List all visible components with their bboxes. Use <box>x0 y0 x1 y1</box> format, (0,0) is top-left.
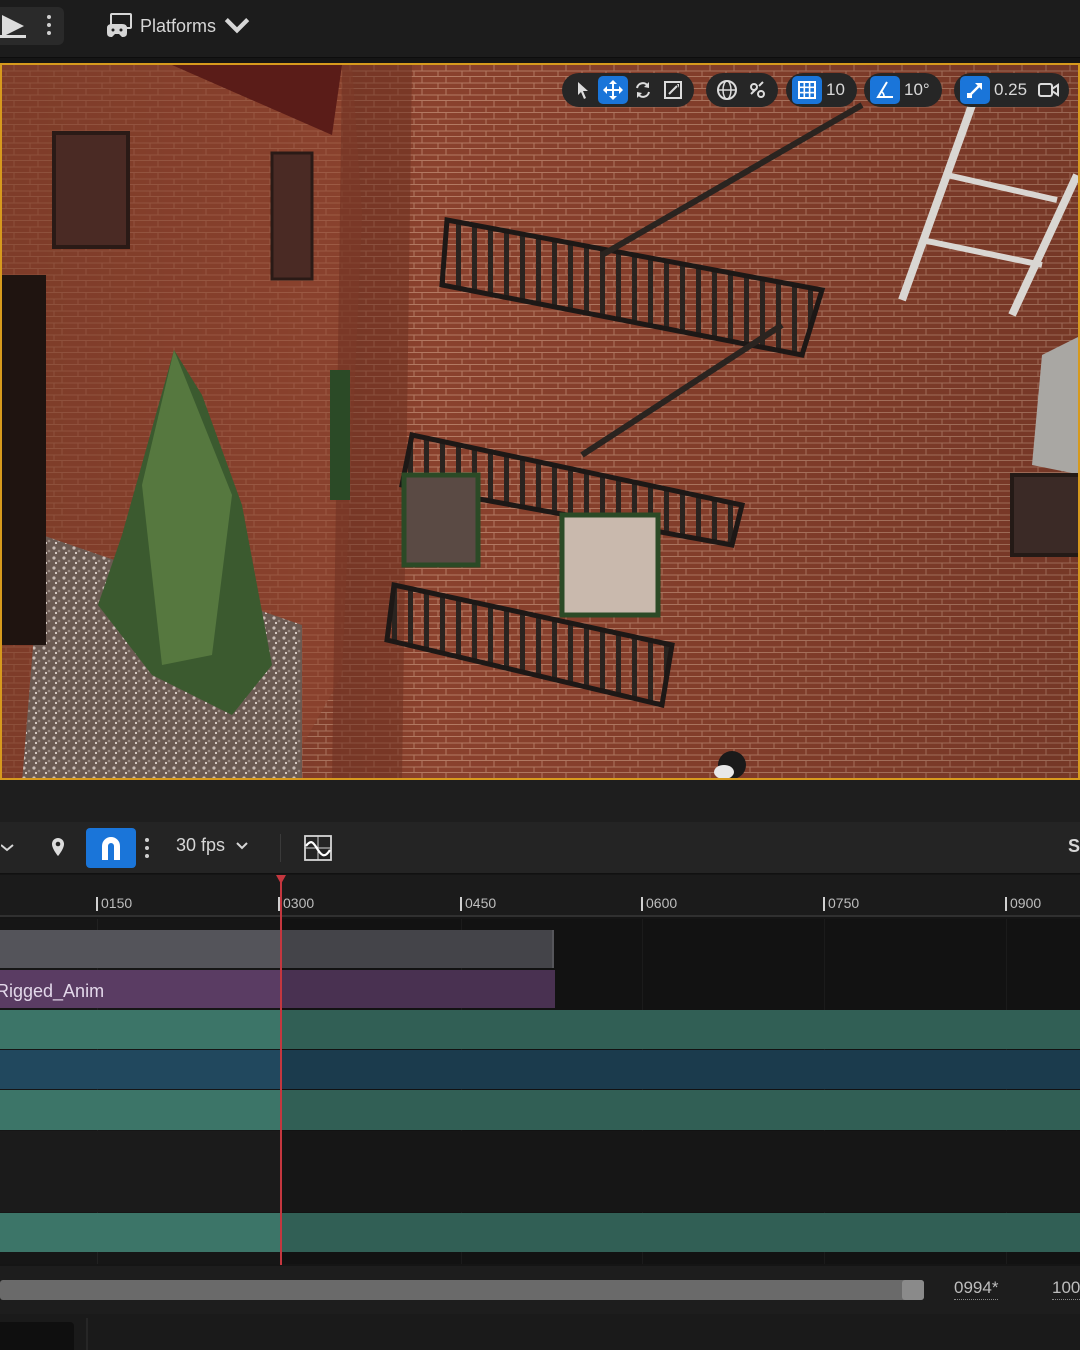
space-tools <box>706 73 778 107</box>
ruler-tick: 0600 <box>641 895 677 911</box>
grid-snap-group: 10 <box>786 73 857 107</box>
future-range-shade <box>282 919 1080 1264</box>
bottom-divider <box>86 1318 88 1350</box>
sequencer-toolbar: 30 fps S <box>0 822 1080 874</box>
curve-editor-icon <box>304 835 332 861</box>
snap-toggle-button[interactable] <box>86 828 136 868</box>
timeline-scroll-area: 0994* 100 <box>0 1266 1080 1314</box>
playhead-handle[interactable] <box>276 875 286 884</box>
level-viewport[interactable]: 10 10° 0.25 <box>0 63 1080 780</box>
range-end-field[interactable]: 0994* <box>954 1278 999 1300</box>
scrollbar-end-handle[interactable] <box>902 1280 924 1300</box>
timeline-scrollbar[interactable] <box>0 1280 924 1300</box>
rotate-mode-button[interactable] <box>628 76 658 104</box>
scale-snap-group: 0.25 <box>954 73 1070 107</box>
rotation-snap-group: 10° <box>864 73 942 107</box>
playhead[interactable] <box>280 875 282 1265</box>
ruler-tick: 0450 <box>460 895 496 911</box>
world-space-button[interactable] <box>712 76 742 104</box>
platforms-menu[interactable]: Platforms <box>104 10 252 42</box>
grid-snap-button[interactable] <box>792 76 822 104</box>
bottom-panel <box>0 1314 1080 1350</box>
bottom-tab[interactable] <box>0 1322 74 1350</box>
grid-icon <box>798 81 816 99</box>
chevron-down-icon <box>224 18 250 34</box>
location-pin-icon <box>52 838 64 856</box>
world-icon <box>717 80 737 100</box>
truncated-label: S <box>1068 836 1080 856</box>
range-max-field[interactable]: 100 <box>1052 1278 1080 1300</box>
play-button-group <box>0 7 64 45</box>
chevron-down-icon <box>1 844 14 852</box>
track-area: Rigged_Anim <box>0 919 1080 1264</box>
ruler-tick: 0750 <box>823 895 859 911</box>
snap-options-icon[interactable] <box>144 838 150 860</box>
scale-icon <box>664 81 682 99</box>
platforms-label: Platforms <box>140 15 217 36</box>
main-toolbar: Platforms <box>0 0 1080 58</box>
platforms-icon <box>107 13 132 37</box>
translate-mode-button[interactable] <box>598 76 628 104</box>
ruler-tick: 0900 <box>1005 895 1041 911</box>
scale-snap-value[interactable]: 0.25 <box>990 80 1033 100</box>
frame-rate-menu[interactable]: 30 fps <box>176 835 249 856</box>
frame-rate-label: 30 fps <box>176 835 226 855</box>
panel-divider <box>0 780 1080 822</box>
add-marker-button[interactable] <box>46 835 70 861</box>
scale-snap-button[interactable] <box>960 76 990 104</box>
grid-snap-value[interactable]: 10 <box>822 80 851 100</box>
surface-snap-button[interactable] <box>742 76 772 104</box>
scene-render <box>2 65 1078 778</box>
scrollbar-thumb[interactable] <box>0 1280 924 1300</box>
ruler-tick: 0300 <box>278 895 314 911</box>
more-options-icon[interactable] <box>46 15 52 37</box>
select-icon <box>578 82 588 99</box>
surface-snap-icon <box>750 81 765 98</box>
collapse-button[interactable] <box>0 838 16 858</box>
toolbar-divider <box>280 834 281 862</box>
translate-icon <box>603 80 623 100</box>
magnet-icon <box>102 837 120 860</box>
rotate-icon <box>636 82 650 98</box>
play-icon[interactable] <box>0 13 28 39</box>
ruler-tick: 0150 <box>96 895 132 911</box>
chevron-down-icon <box>236 841 248 849</box>
transform-tools <box>562 73 694 107</box>
track-label: Rigged_Anim <box>0 981 105 1001</box>
scale-mode-button[interactable] <box>658 76 688 104</box>
angle-icon <box>876 81 893 98</box>
camera-icon <box>1038 83 1060 97</box>
timeline-ruler[interactable]: 0150 0300 0450 0600 0750 0900 <box>0 875 1080 917</box>
rotation-snap-value[interactable]: 10° <box>900 80 936 100</box>
scale-snap-icon <box>967 83 982 98</box>
rotation-snap-button[interactable] <box>870 76 900 104</box>
select-mode-button[interactable] <box>568 76 598 104</box>
curve-editor-button[interactable] <box>302 833 334 863</box>
camera-speed-button[interactable] <box>1033 76 1063 104</box>
